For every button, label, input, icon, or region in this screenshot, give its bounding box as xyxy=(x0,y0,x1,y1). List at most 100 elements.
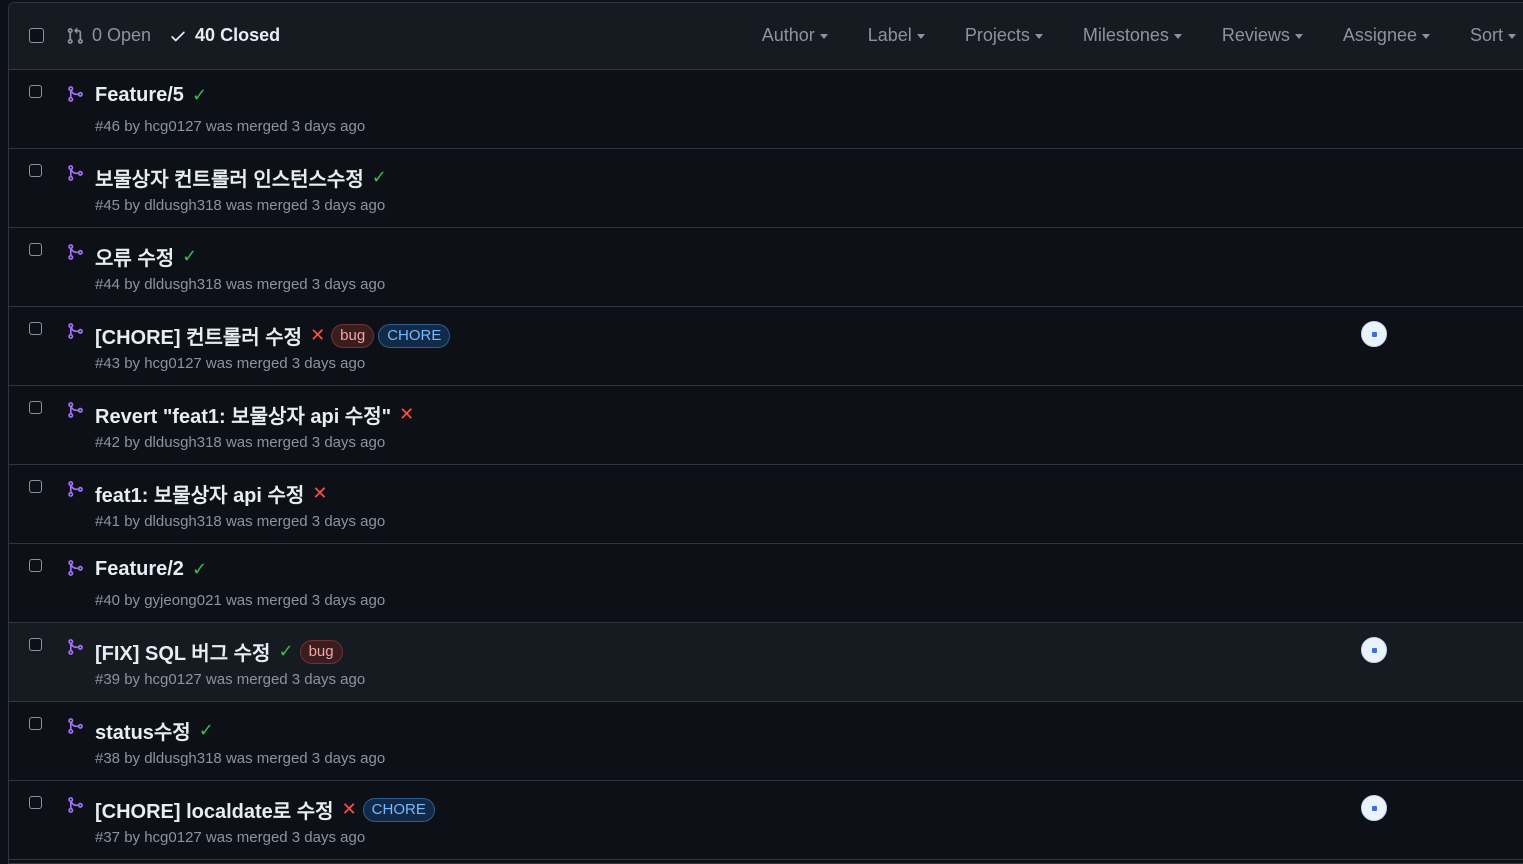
caret-down-icon xyxy=(1034,34,1043,39)
assignee-filter[interactable]: Assignee xyxy=(1343,25,1430,46)
pull-request-meta: #45 by dldusgh318 was merged 3 days ago xyxy=(95,197,386,214)
avatar-pixel xyxy=(1371,805,1377,811)
row-checkbox[interactable] xyxy=(29,401,42,414)
pull-request-list: 0 Open 40 Closed Author Label Projects M… xyxy=(8,2,1523,864)
closed-count: 40 Closed xyxy=(195,25,281,45)
pull-request-title[interactable]: 오류 수정 xyxy=(95,242,174,271)
milestones-filter[interactable]: Milestones xyxy=(1083,25,1182,46)
pull-request-row[interactable]: status수정 ✓ #38 by dldusgh318 was merged 3 … xyxy=(9,702,1523,781)
caret-down-icon xyxy=(916,34,925,39)
closed-filter[interactable]: 40 Closed xyxy=(169,25,280,46)
assignee-avatar[interactable] xyxy=(1361,321,1387,347)
merged-pr-icon xyxy=(66,559,84,582)
title-line: 오류 수정 ✓ xyxy=(95,242,197,271)
pull-request-row[interactable]: [CHORE] localdate로 수정 ✕ CHORE #37 by hcg012… xyxy=(9,781,1523,860)
caret-down-icon xyxy=(819,34,828,39)
pull-request-title[interactable]: status수정 xyxy=(95,716,191,745)
check-success-icon[interactable]: ✓ xyxy=(182,246,197,267)
label-chore[interactable]: CHORE xyxy=(378,323,451,348)
merged-pr-icon xyxy=(66,638,84,661)
check-failure-icon[interactable]: ✕ xyxy=(399,404,414,425)
pull-request-row[interactable]: feat1: 보물상자 api 수정 ✕ #41 by dldusgh318 was… xyxy=(9,465,1523,544)
merged-pr-icon xyxy=(66,322,84,345)
pull-request-meta: #41 by dldusgh318 was merged 3 days ago xyxy=(95,513,386,530)
title-line: Feature/2 ✓ xyxy=(95,558,207,581)
pull-request-row[interactable]: 오류 수정 ✓ #44 by dldusgh318 was merged 3 day… xyxy=(9,228,1523,307)
pull-request-icon xyxy=(67,27,83,44)
row-checkbox[interactable] xyxy=(29,638,42,651)
merged-pr-icon xyxy=(66,717,84,740)
row-checkbox[interactable] xyxy=(29,717,42,730)
title-line: Revert "feat1: 보물상자 api 수정" ✕ xyxy=(95,400,414,429)
state-toggle: 0 Open 40 Closed xyxy=(66,25,280,46)
pull-request-row[interactable]: Feature/2 ✓ #40 by gyjeong021 was merged 3… xyxy=(9,544,1523,623)
pull-request-title[interactable]: 보물상자 컨트롤러 인스턴스수정 xyxy=(95,163,364,192)
check-failure-icon[interactable]: ✕ xyxy=(312,483,327,504)
pull-request-row[interactable]: [FIX] SQL 버그 수정 ✓ bug #39 by hcg0127 was me… xyxy=(9,623,1523,702)
merged-pr-icon xyxy=(66,796,84,819)
open-filter[interactable]: 0 Open xyxy=(66,25,151,46)
check-success-icon[interactable]: ✓ xyxy=(372,167,387,188)
caret-down-icon xyxy=(1421,34,1430,39)
label-chore[interactable]: CHORE xyxy=(362,797,435,822)
row-checkbox[interactable] xyxy=(29,85,42,98)
merged-pr-icon xyxy=(66,401,84,424)
pull-request-meta: #42 by dldusgh318 was merged 3 days ago xyxy=(95,434,386,451)
pull-request-title[interactable]: Revert "feat1: 보물상자 api 수정" xyxy=(95,400,391,429)
pull-request-title[interactable]: Feature/5 xyxy=(95,84,184,107)
caret-down-icon xyxy=(1173,34,1182,39)
pull-request-title[interactable]: feat1: 보물상자 api 수정 xyxy=(95,479,304,508)
title-line: status수정 ✓ xyxy=(95,716,214,745)
projects-filter[interactable]: Projects xyxy=(965,25,1043,46)
label-bug[interactable]: bug xyxy=(299,639,343,664)
filter-bar: Author Label Projects Milestones Reviews… xyxy=(762,25,1516,46)
assignee-avatar[interactable] xyxy=(1361,795,1387,821)
pull-request-meta: #44 by dldusgh318 was merged 3 days ago xyxy=(95,276,386,293)
pull-request-title[interactable]: [CHORE] localdate로 수정 xyxy=(95,795,334,824)
row-checkbox[interactable] xyxy=(29,559,42,572)
check-success-icon[interactable]: ✓ xyxy=(192,559,207,580)
caret-down-icon xyxy=(1508,34,1516,39)
row-checkbox[interactable] xyxy=(29,243,42,256)
title-line: [FIX] SQL 버그 수정 ✓ bug xyxy=(95,637,343,666)
check-success-icon[interactable]: ✓ xyxy=(192,85,207,106)
pull-request-rows: Feature/5 ✓ #46 by hcg0127 was merged 3 da… xyxy=(9,70,1523,860)
merged-pr-icon xyxy=(66,164,84,187)
pull-request-title[interactable]: [CHORE] 컨트롤러 수정 xyxy=(95,321,302,350)
avatar-pixel xyxy=(1371,647,1377,653)
sort-filter[interactable]: Sort xyxy=(1470,25,1516,46)
merged-pr-icon xyxy=(66,85,84,108)
pull-request-row[interactable]: 보물상자 컨트롤러 인스턴스수정 ✓ #45 by dldusgh318 was m… xyxy=(9,149,1523,228)
pull-request-meta: #46 by hcg0127 was merged 3 days ago xyxy=(95,118,366,135)
check-icon xyxy=(171,31,185,41)
pull-request-meta: #40 by gyjeong021 was merged 3 days ago xyxy=(95,592,386,609)
check-failure-icon[interactable]: ✕ xyxy=(310,325,325,346)
pull-request-meta: #38 by dldusgh318 was merged 3 days ago xyxy=(95,750,386,767)
label-filter[interactable]: Label xyxy=(868,25,925,46)
assignee-avatar[interactable] xyxy=(1361,637,1387,663)
pull-request-row[interactable]: [CHORE] 컨트롤러 수정 ✕ bug CHORE #43 by hcg0127 w… xyxy=(9,307,1523,386)
pull-request-meta: #39 by hcg0127 was merged 3 days ago xyxy=(95,671,366,688)
check-success-icon[interactable]: ✓ xyxy=(199,720,214,741)
label-bug[interactable]: bug xyxy=(331,323,375,348)
pull-request-title[interactable]: [FIX] SQL 버그 수정 xyxy=(95,637,270,666)
row-checkbox[interactable] xyxy=(29,164,42,177)
reviews-filter[interactable]: Reviews xyxy=(1222,25,1303,46)
pull-request-row[interactable]: Feature/5 ✓ #46 by hcg0127 was merged 3 da… xyxy=(9,70,1523,149)
title-line: feat1: 보물상자 api 수정 ✕ xyxy=(95,479,327,508)
title-line: Feature/5 ✓ xyxy=(95,84,207,107)
row-checkbox[interactable] xyxy=(29,322,42,335)
check-success-icon[interactable]: ✓ xyxy=(278,641,293,662)
author-filter[interactable]: Author xyxy=(762,25,828,46)
row-checkbox[interactable] xyxy=(29,480,42,493)
pull-request-title[interactable]: Feature/2 xyxy=(95,558,184,581)
list-header: 0 Open 40 Closed Author Label Projects M… xyxy=(9,3,1523,70)
row-checkbox[interactable] xyxy=(29,796,42,809)
pull-request-row[interactable]: Revert "feat1: 보물상자 api 수정" ✕ #42 by dldus… xyxy=(9,386,1523,465)
title-line: 보물상자 컨트롤러 인스턴스수정 ✓ xyxy=(95,163,387,192)
avatar-pixel xyxy=(1371,331,1377,337)
title-line: [CHORE] 컨트롤러 수정 ✕ bug CHORE xyxy=(95,321,451,350)
select-all-checkbox[interactable] xyxy=(29,28,44,43)
check-failure-icon[interactable]: ✕ xyxy=(342,799,357,820)
merged-pr-icon xyxy=(66,243,84,266)
